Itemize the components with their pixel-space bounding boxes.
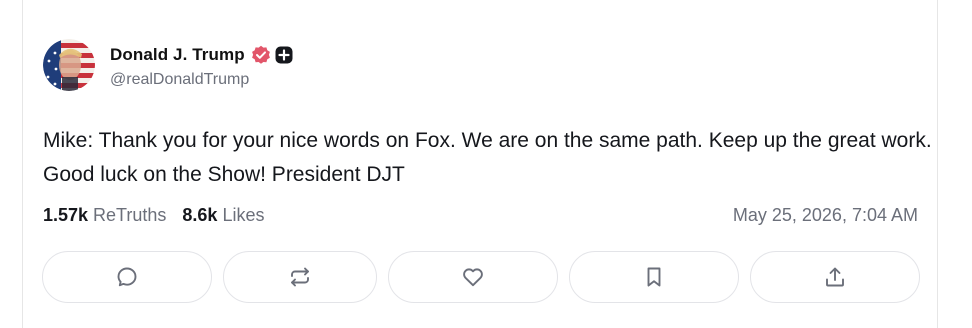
post-stats: 1.57k ReTruths 8.6k Likes bbox=[43, 205, 264, 226]
author-handle[interactable]: @realDonaldTrump bbox=[110, 71, 293, 89]
display-name[interactable]: Donald J. Trump bbox=[110, 45, 245, 65]
post-text: Mike: Thank you for your nice words on F… bbox=[43, 129, 932, 186]
share-button[interactable] bbox=[750, 251, 920, 303]
avatar-image bbox=[43, 39, 95, 91]
bookmark-icon bbox=[647, 267, 661, 287]
action-bar bbox=[42, 251, 920, 303]
post-timestamp: May 25, 2026, 7:04 AM bbox=[732, 205, 918, 225]
verified-badge-icon bbox=[251, 45, 271, 65]
like-button[interactable] bbox=[388, 251, 558, 303]
likes-count[interactable]: 8.6k bbox=[182, 205, 217, 226]
bookmark-button[interactable] bbox=[569, 251, 739, 303]
comment-icon bbox=[117, 267, 137, 287]
share-icon bbox=[826, 267, 844, 287]
retruth-button[interactable] bbox=[223, 251, 377, 303]
plus-badge-icon bbox=[275, 46, 293, 64]
retruths-count[interactable]: 1.57k bbox=[43, 205, 88, 226]
author-info: Donald J. Trump @realDonaldTrump bbox=[110, 44, 293, 89]
post-header: Donald J. Trump @realDonaldTrump bbox=[43, 39, 293, 91]
name-row: Donald J. Trump bbox=[110, 44, 293, 66]
reply-button[interactable] bbox=[42, 251, 212, 303]
retruths-label[interactable]: ReTruths bbox=[93, 205, 166, 226]
likes-label[interactable]: Likes bbox=[222, 205, 264, 226]
repost-icon bbox=[291, 267, 309, 287]
heart-icon bbox=[463, 268, 483, 287]
avatar[interactable] bbox=[43, 39, 95, 91]
